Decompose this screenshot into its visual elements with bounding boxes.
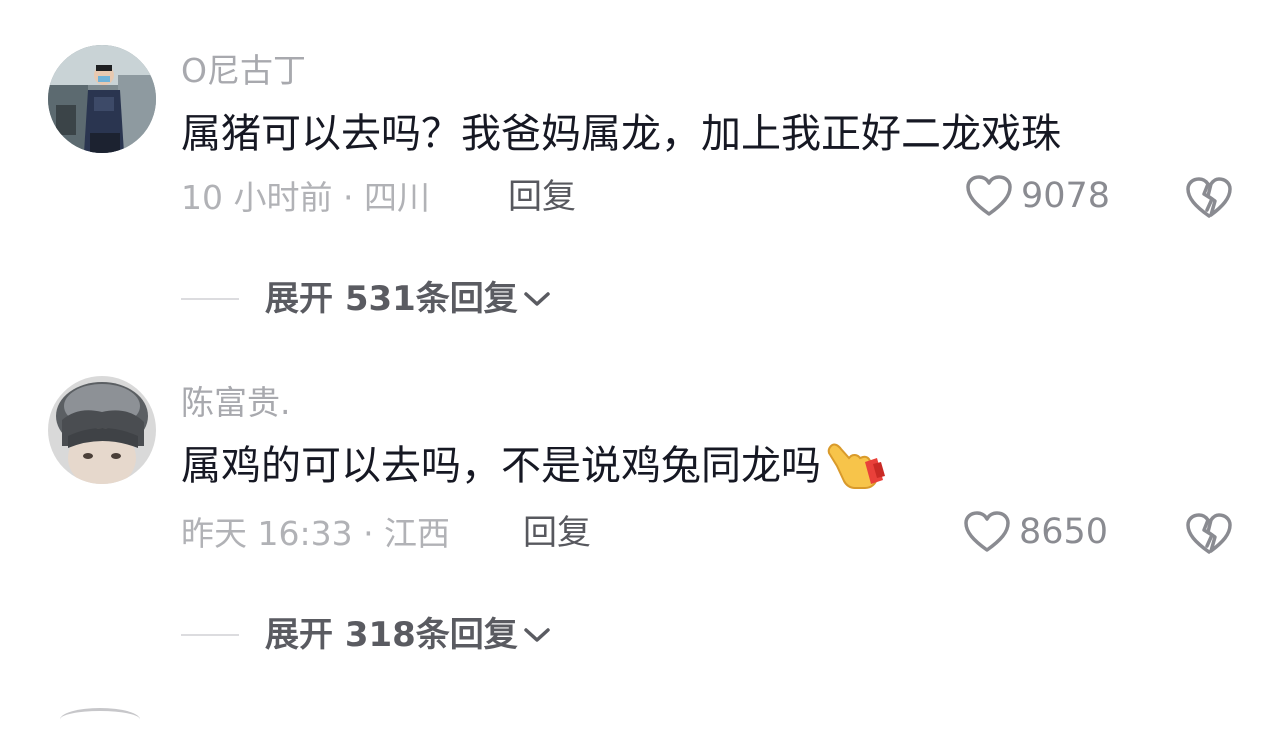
avatar[interactable] bbox=[48, 376, 156, 484]
heart-outline-icon bbox=[966, 175, 1012, 216]
reply-button[interactable]: 回复 bbox=[523, 511, 591, 555]
comment-text: 属猪可以去吗？我爸妈属龙，加上我正好二龙戏珠 bbox=[181, 108, 1061, 160]
comment-meta: 昨天 16:33 · 江西 bbox=[181, 514, 451, 553]
like-button[interactable]: 9078 bbox=[965, 174, 1110, 218]
broken-heart-icon bbox=[1186, 513, 1232, 554]
reply-button[interactable]: 回复 bbox=[508, 175, 576, 219]
like-count: 9078 bbox=[1021, 176, 1111, 216]
expand-replies-button[interactable]: 展开 531条回复 bbox=[181, 277, 552, 321]
broken-heart-icon bbox=[1186, 177, 1232, 218]
username[interactable]: O尼古丁 bbox=[181, 51, 306, 91]
dislike-button[interactable] bbox=[1185, 174, 1233, 222]
expand-replies-label: 展开 318条回复 bbox=[265, 615, 518, 655]
expand-replies-label: 展开 531条回复 bbox=[265, 279, 518, 319]
avatar[interactable] bbox=[60, 708, 140, 731]
avatar-photo bbox=[48, 376, 156, 484]
expand-replies-button[interactable]: 展开 318条回复 bbox=[181, 613, 552, 657]
divider-line bbox=[181, 634, 239, 636]
comment-text-content: 属猪可以去吗？我爸妈属龙，加上我正好二龙戏珠 bbox=[181, 111, 1061, 157]
like-count: 8650 bbox=[1019, 512, 1109, 552]
pointing-hand-emoji bbox=[827, 443, 885, 489]
comment-text: 属鸡的可以去吗，不是说鸡兔同龙吗 bbox=[181, 440, 887, 492]
avatar-photo bbox=[48, 45, 156, 153]
comment-meta: 10 小时前 · 四川 bbox=[181, 178, 430, 217]
chevron-down-icon bbox=[524, 292, 550, 306]
like-button[interactable]: 8650 bbox=[963, 510, 1108, 554]
chevron-down-icon bbox=[524, 628, 550, 642]
avatar[interactable] bbox=[48, 45, 156, 153]
heart-outline-icon bbox=[964, 511, 1010, 552]
comment-text-content: 属鸡的可以去吗，不是说鸡兔同龙吗 bbox=[181, 443, 821, 489]
dislike-button[interactable] bbox=[1185, 510, 1233, 558]
divider-line bbox=[181, 298, 239, 300]
username[interactable]: 陈富贵. bbox=[181, 383, 291, 423]
